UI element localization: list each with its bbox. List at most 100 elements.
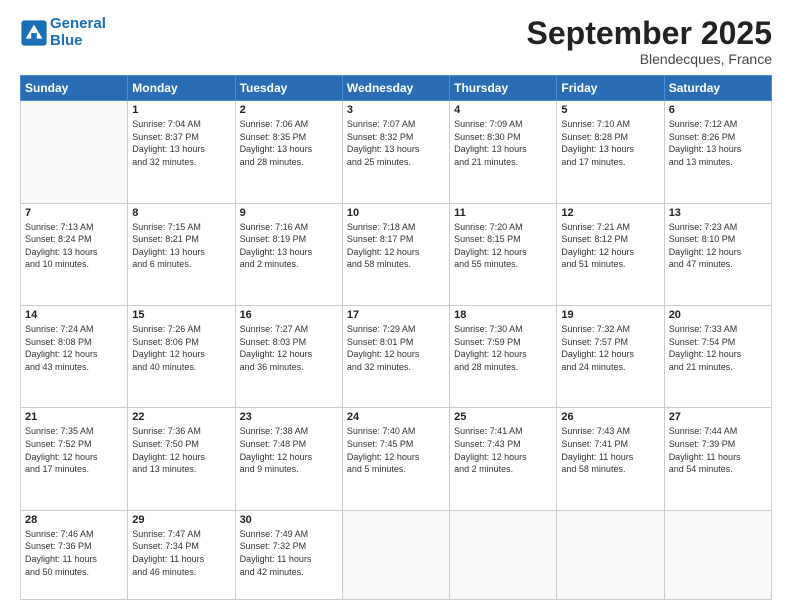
calendar-cell: 19 Sunrise: 7:32 AM Sunset: 7:57 PM Dayli… [557,306,664,408]
day-info: Sunrise: 7:26 AM Sunset: 8:06 PM Dayligh… [132,323,230,373]
day-number: 9 [240,207,338,219]
day-info: Sunrise: 7:24 AM Sunset: 8:08 PM Dayligh… [25,323,123,373]
day-info: Sunrise: 7:06 AM Sunset: 8:35 PM Dayligh… [240,118,338,168]
calendar-cell [21,101,128,203]
calendar-cell: 25 Sunrise: 7:41 AM Sunset: 7:43 PM Dayli… [450,408,557,510]
location: Blendecques, France [527,51,772,67]
calendar-cell: 4 Sunrise: 7:09 AM Sunset: 8:30 PM Daylig… [450,101,557,203]
day-info: Sunrise: 7:32 AM Sunset: 7:57 PM Dayligh… [561,323,659,373]
month-title: September 2025 [527,16,772,51]
day-info: Sunrise: 7:47 AM Sunset: 7:34 PM Dayligh… [132,528,230,578]
calendar-cell: 9 Sunrise: 7:16 AM Sunset: 8:19 PM Daylig… [235,203,342,305]
day-number: 3 [347,104,445,116]
calendar-cell: 15 Sunrise: 7:26 AM Sunset: 8:06 PM Dayli… [128,306,235,408]
day-number: 2 [240,104,338,116]
weekday-header-friday: Friday [557,76,664,101]
day-info: Sunrise: 7:46 AM Sunset: 7:36 PM Dayligh… [25,528,123,578]
calendar-cell: 5 Sunrise: 7:10 AM Sunset: 8:28 PM Daylig… [557,101,664,203]
logo-icon [20,19,48,47]
day-info: Sunrise: 7:13 AM Sunset: 8:24 PM Dayligh… [25,221,123,271]
day-number: 1 [132,104,230,116]
day-info: Sunrise: 7:29 AM Sunset: 8:01 PM Dayligh… [347,323,445,373]
calendar-cell: 16Sunrise: 7:27 AM Sunset: 8:03 PM Dayli… [235,306,342,408]
day-number: 26 [561,411,659,423]
calendar-cell: 22 Sunrise: 7:36 AM Sunset: 7:50 PM Dayli… [128,408,235,510]
calendar-cell: 21 Sunrise: 7:35 AM Sunset: 7:52 PM Dayli… [21,408,128,510]
calendar-cell [342,510,449,599]
day-number: 19 [561,309,659,321]
calendar-cell: 2 Sunrise: 7:06 AM Sunset: 8:35 PM Daylig… [235,101,342,203]
day-number: 14 [25,309,123,321]
day-number: 10 [347,207,445,219]
day-info: Sunrise: 7:38 AM Sunset: 7:48 PM Dayligh… [240,425,338,475]
day-info: Sunrise: 7:10 AM Sunset: 8:28 PM Dayligh… [561,118,659,168]
day-number: 24 [347,411,445,423]
calendar-cell: 13Sunrise: 7:23 AM Sunset: 8:10 PM Dayli… [664,203,771,305]
day-info: Sunrise: 7:20 AM Sunset: 8:15 PM Dayligh… [454,221,552,271]
day-number: 12 [561,207,659,219]
day-info: Sunrise: 7:36 AM Sunset: 7:50 PM Dayligh… [132,425,230,475]
day-number: 18 [454,309,552,321]
calendar-cell: 1 Sunrise: 7:04 AM Sunset: 8:37 PM Daylig… [128,101,235,203]
day-info: Sunrise: 7:35 AM Sunset: 7:52 PM Dayligh… [25,425,123,475]
header: General Blue September 2025 Blendecques,… [20,16,772,67]
day-number: 23 [240,411,338,423]
day-info: Sunrise: 7:18 AM Sunset: 8:17 PM Dayligh… [347,221,445,271]
calendar-cell: 12Sunrise: 7:21 AM Sunset: 8:12 PM Dayli… [557,203,664,305]
weekday-header-monday: Monday [128,76,235,101]
day-info: Sunrise: 7:40 AM Sunset: 7:45 PM Dayligh… [347,425,445,475]
day-number: 15 [132,309,230,321]
calendar-cell: 10 Sunrise: 7:18 AM Sunset: 8:17 PM Dayli… [342,203,449,305]
calendar-cell: 3Sunrise: 7:07 AM Sunset: 8:32 PM Daylig… [342,101,449,203]
day-number: 22 [132,411,230,423]
weekday-header-row: SundayMondayTuesdayWednesdayThursdayFrid… [21,76,772,101]
calendar-week-row: 14 Sunrise: 7:24 AM Sunset: 8:08 PM Dayli… [21,306,772,408]
weekday-header-thursday: Thursday [450,76,557,101]
day-number: 17 [347,309,445,321]
day-number: 25 [454,411,552,423]
calendar-cell [557,510,664,599]
day-number: 4 [454,104,552,116]
day-number: 20 [669,309,767,321]
day-number: 7 [25,207,123,219]
day-info: Sunrise: 7:09 AM Sunset: 8:30 PM Dayligh… [454,118,552,168]
day-info: Sunrise: 7:12 AM Sunset: 8:26 PM Dayligh… [669,118,767,168]
calendar-cell: 7 Sunrise: 7:13 AM Sunset: 8:24 PM Daylig… [21,203,128,305]
day-number: 5 [561,104,659,116]
calendar-cell: 11 Sunrise: 7:20 AM Sunset: 8:15 PM Dayli… [450,203,557,305]
day-info: Sunrise: 7:16 AM Sunset: 8:19 PM Dayligh… [240,221,338,271]
day-info: Sunrise: 7:33 AM Sunset: 7:54 PM Dayligh… [669,323,767,373]
calendar-week-row: 21 Sunrise: 7:35 AM Sunset: 7:52 PM Dayli… [21,408,772,510]
calendar-week-row: 28 Sunrise: 7:46 AM Sunset: 7:36 PM Dayli… [21,510,772,599]
day-info: Sunrise: 7:15 AM Sunset: 8:21 PM Dayligh… [132,221,230,271]
calendar-cell: 18 Sunrise: 7:30 AM Sunset: 7:59 PM Dayli… [450,306,557,408]
calendar-cell: 20 Sunrise: 7:33 AM Sunset: 7:54 PM Dayli… [664,306,771,408]
weekday-header-sunday: Sunday [21,76,128,101]
weekday-header-saturday: Saturday [664,76,771,101]
calendar-cell: 27Sunrise: 7:44 AM Sunset: 7:39 PM Dayli… [664,408,771,510]
day-info: Sunrise: 7:04 AM Sunset: 8:37 PM Dayligh… [132,118,230,168]
calendar-cell: 24 Sunrise: 7:40 AM Sunset: 7:45 PM Dayli… [342,408,449,510]
title-block: September 2025 Blendecques, France [527,16,772,67]
weekday-header-wednesday: Wednesday [342,76,449,101]
calendar-cell: 30 Sunrise: 7:49 AM Sunset: 7:32 PM Dayli… [235,510,342,599]
calendar-cell: 6Sunrise: 7:12 AM Sunset: 8:26 PM Daylig… [664,101,771,203]
day-number: 30 [240,514,338,526]
calendar-cell: 28 Sunrise: 7:46 AM Sunset: 7:36 PM Dayli… [21,510,128,599]
calendar-cell: 17 Sunrise: 7:29 AM Sunset: 8:01 PM Dayli… [342,306,449,408]
calendar-table: SundayMondayTuesdayWednesdayThursdayFrid… [20,75,772,600]
day-info: Sunrise: 7:27 AM Sunset: 8:03 PM Dayligh… [240,323,338,373]
day-info: Sunrise: 7:44 AM Sunset: 7:39 PM Dayligh… [669,425,767,475]
calendar-cell: 8Sunrise: 7:15 AM Sunset: 8:21 PM Daylig… [128,203,235,305]
day-info: Sunrise: 7:23 AM Sunset: 8:10 PM Dayligh… [669,221,767,271]
day-number: 21 [25,411,123,423]
calendar-cell [450,510,557,599]
day-info: Sunrise: 7:41 AM Sunset: 7:43 PM Dayligh… [454,425,552,475]
calendar-cell [664,510,771,599]
day-number: 11 [454,207,552,219]
logo: General Blue [20,16,106,49]
day-info: Sunrise: 7:49 AM Sunset: 7:32 PM Dayligh… [240,528,338,578]
day-number: 28 [25,514,123,526]
day-info: Sunrise: 7:30 AM Sunset: 7:59 PM Dayligh… [454,323,552,373]
calendar-week-row: 7 Sunrise: 7:13 AM Sunset: 8:24 PM Daylig… [21,203,772,305]
